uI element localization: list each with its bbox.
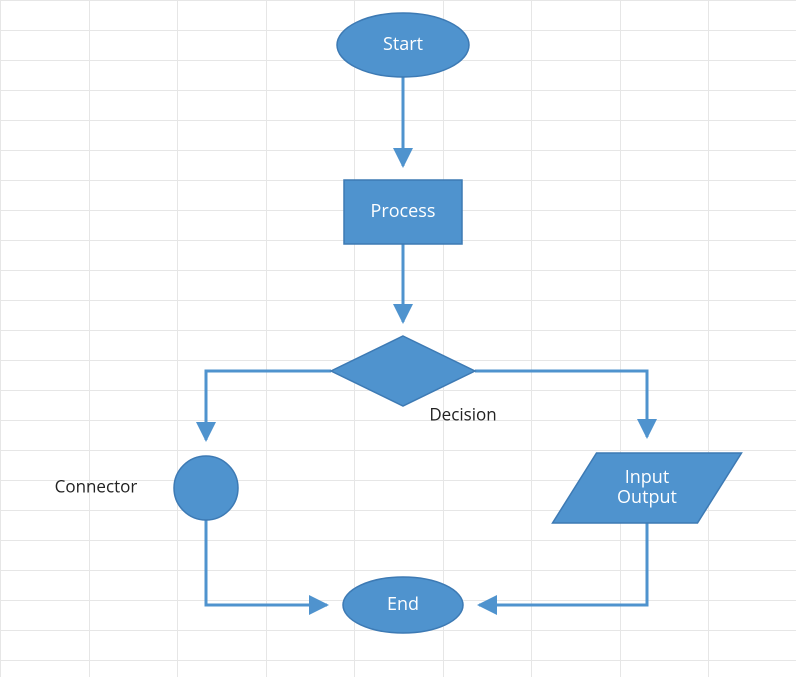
edges <box>206 77 647 605</box>
node-label: InputOutput <box>617 465 677 509</box>
node-io[interactable]: InputOutput <box>553 453 742 523</box>
nodes[interactable]: Start Process Decision Connector InputOutput… <box>55 13 742 633</box>
node-label: End <box>387 592 419 616</box>
node-connector[interactable]: Connector <box>55 456 238 520</box>
flowchart-canvas: Start Process Decision Connector InputOutput… <box>0 0 796 677</box>
decision-shape[interactable] <box>331 336 475 406</box>
edge-connector-end <box>206 520 327 605</box>
node-process[interactable]: Process <box>344 180 462 244</box>
node-label: Start <box>383 32 423 56</box>
node-decision[interactable]: Decision <box>331 336 497 426</box>
node-start[interactable]: Start <box>337 13 469 77</box>
flowchart[interactable]: Start Process Decision Connector InputOutput… <box>0 0 796 677</box>
node-label: Decision <box>429 403 496 426</box>
node-label: Connector <box>55 475 138 498</box>
edge-decision-connector <box>206 371 331 440</box>
edge-decision-io <box>475 371 647 437</box>
connector-shape[interactable] <box>174 456 238 520</box>
edge-io-end <box>479 523 647 605</box>
node-label: Process <box>371 199 436 223</box>
node-end[interactable]: End <box>343 577 463 633</box>
